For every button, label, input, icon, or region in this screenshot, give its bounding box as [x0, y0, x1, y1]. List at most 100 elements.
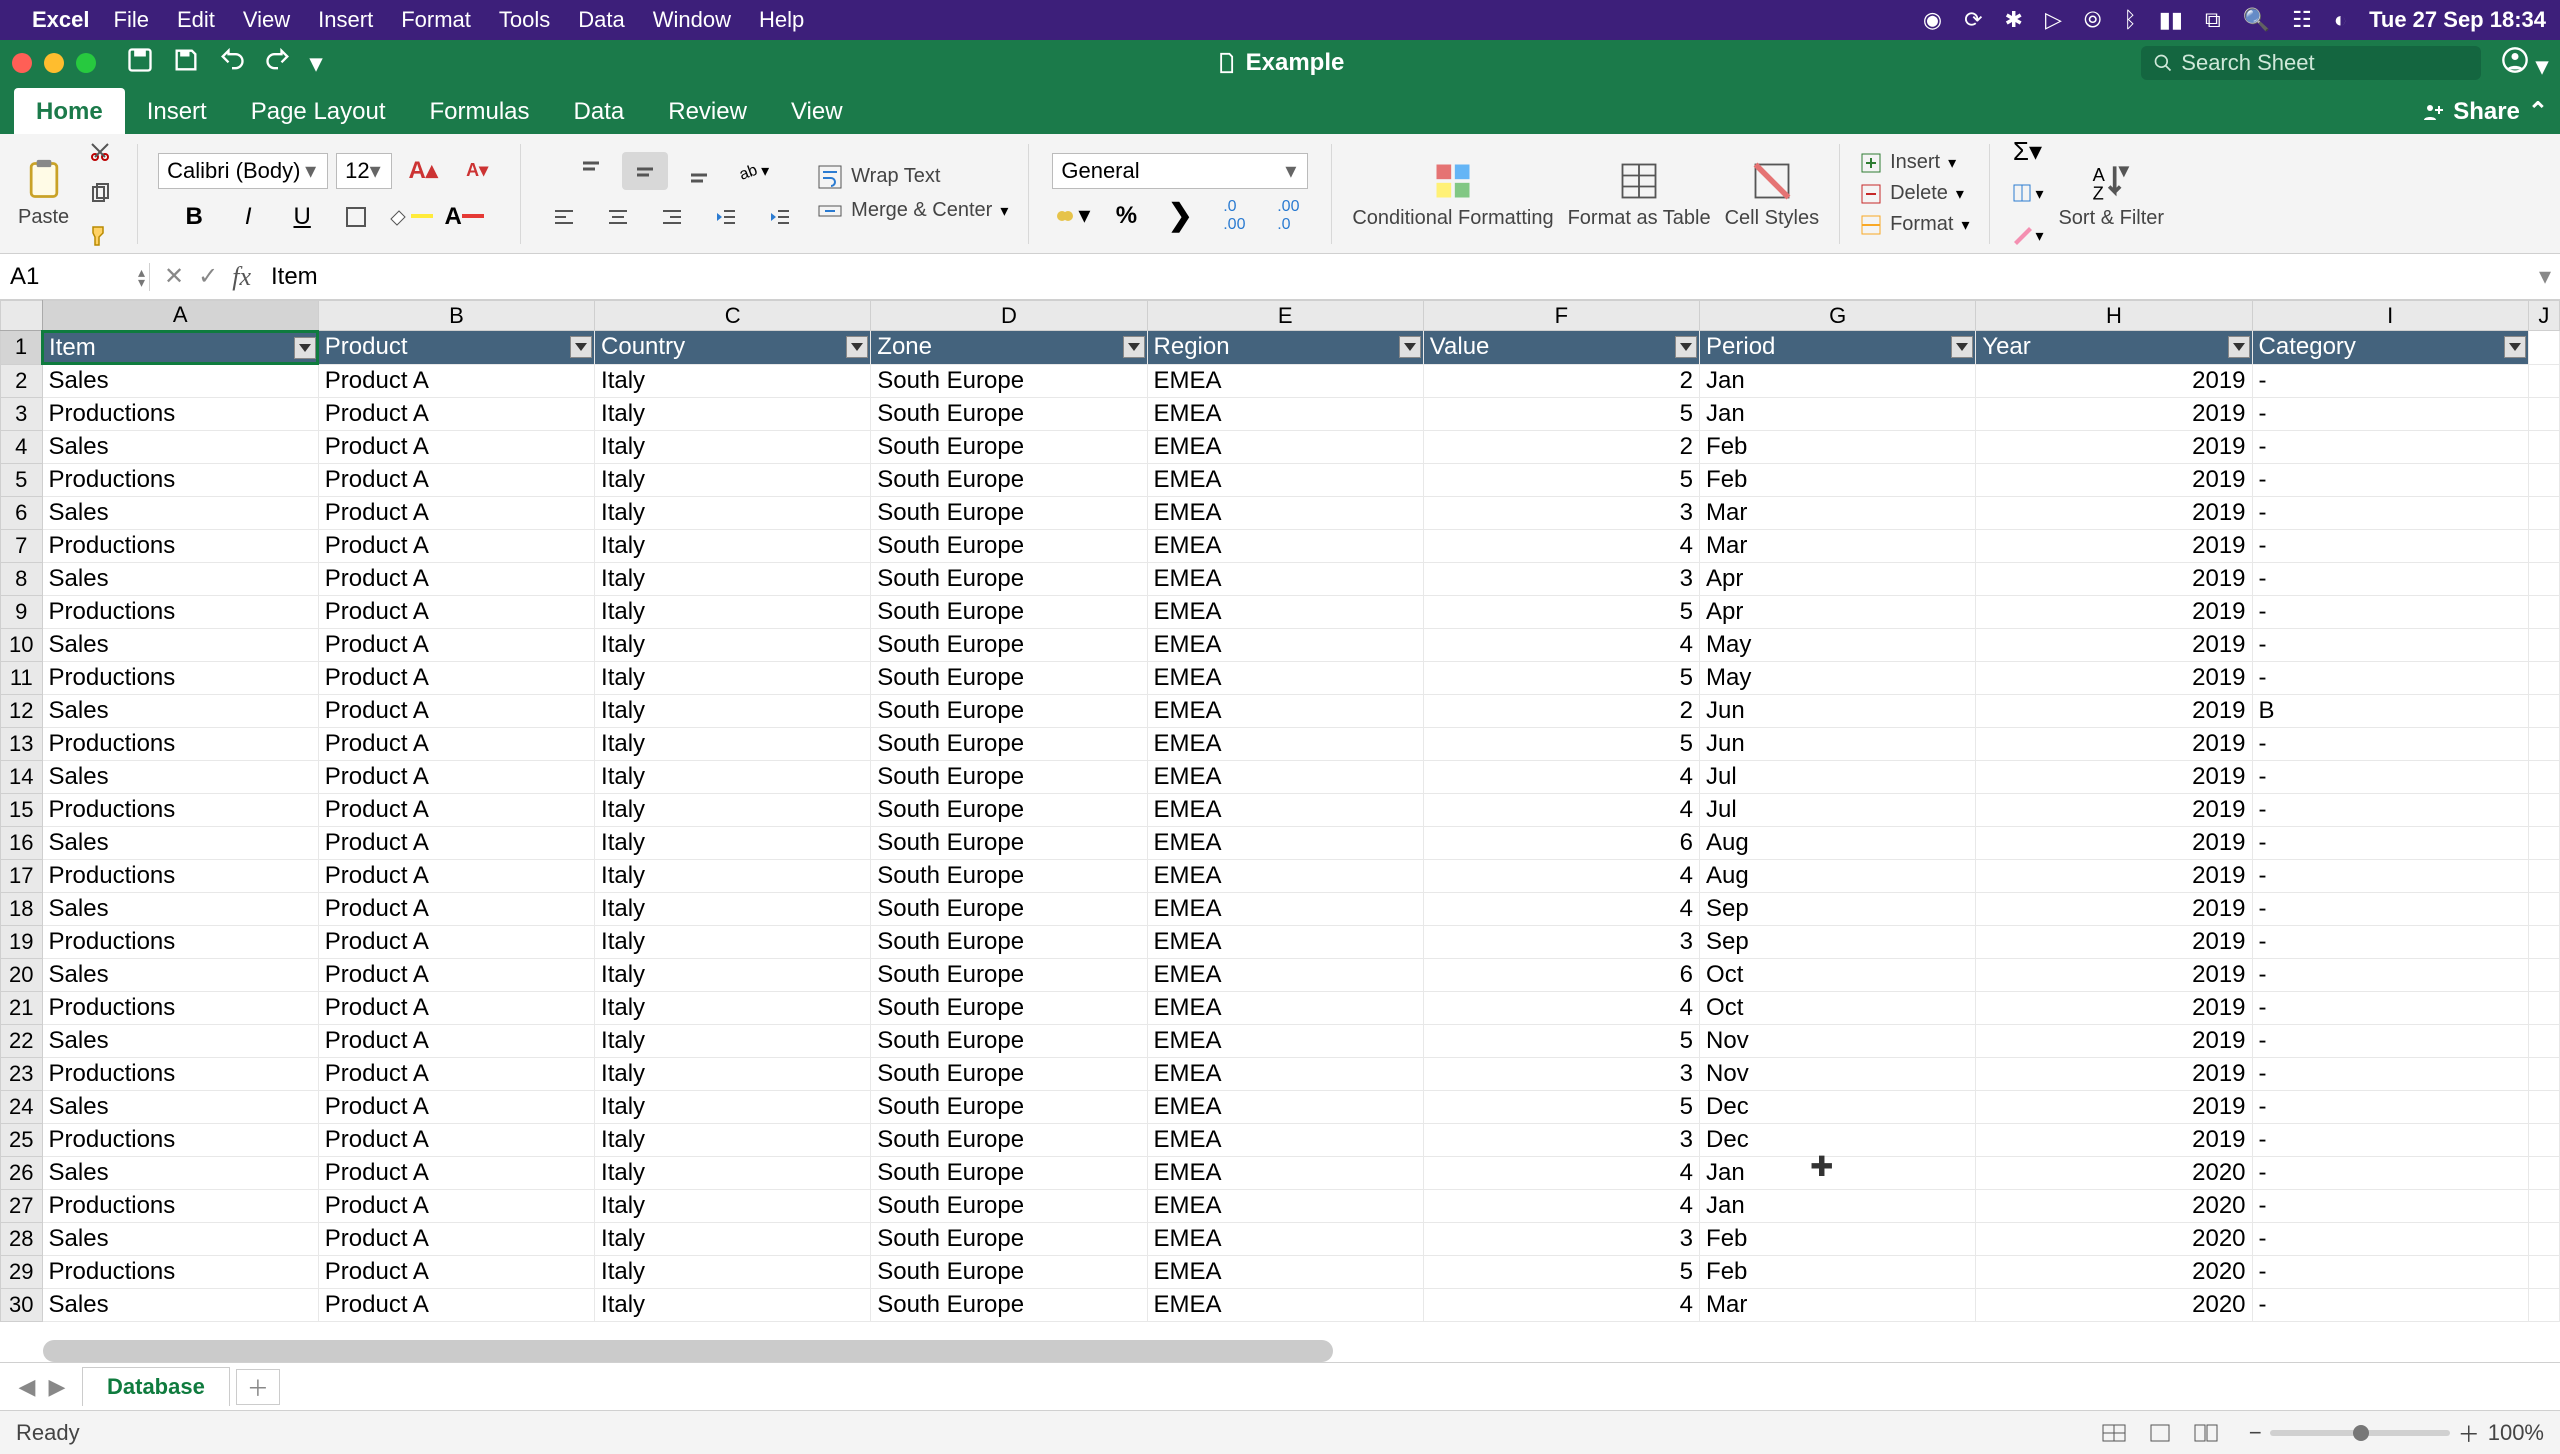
align-middle-button[interactable] — [622, 152, 668, 190]
cell-A28[interactable]: Sales — [42, 1222, 318, 1255]
insert-cells-button[interactable]: Insert ▾ — [1860, 151, 1956, 174]
account-button[interactable]: ▾ — [2501, 46, 2548, 81]
cell-H23[interactable]: 2019 — [1976, 1057, 2252, 1090]
col-header-F[interactable]: F — [1423, 301, 1699, 331]
cell-F18[interactable]: 4 — [1423, 892, 1699, 925]
col-header-E[interactable]: E — [1147, 301, 1423, 331]
filter-button-item[interactable] — [294, 337, 316, 359]
header-cell-zone[interactable]: Zone — [871, 331, 1147, 365]
row-header-10[interactable]: 10 — [1, 628, 43, 661]
cell-D13[interactable]: South Europe — [871, 727, 1147, 760]
cell-D6[interactable]: South Europe — [871, 496, 1147, 529]
zoom-out-button[interactable]: − — [2249, 1420, 2262, 1446]
cell-D27[interactable]: South Europe — [871, 1189, 1147, 1222]
cell-H5[interactable]: 2019 — [1976, 463, 2252, 496]
cell-E18[interactable]: EMEA — [1147, 892, 1423, 925]
menu-window[interactable]: Window — [653, 7, 731, 33]
row-header-11[interactable]: 11 — [1, 661, 43, 694]
siri-icon[interactable]: ◐ — [2334, 7, 2347, 33]
cell-F11[interactable]: 5 — [1423, 661, 1699, 694]
cell-H20[interactable]: 2019 — [1976, 958, 2252, 991]
number-format-dropdown[interactable]: General▾ — [1052, 153, 1308, 189]
bold-button[interactable]: B — [171, 198, 217, 236]
tab-page-layout[interactable]: Page Layout — [229, 88, 408, 134]
cell-D7[interactable]: South Europe — [871, 529, 1147, 562]
decrease-indent-button[interactable] — [703, 198, 749, 236]
cell-D18[interactable]: South Europe — [871, 892, 1147, 925]
cell-A23[interactable]: Productions — [42, 1057, 318, 1090]
row-header-14[interactable]: 14 — [1, 760, 43, 793]
cell-I27[interactable]: - — [2252, 1189, 2528, 1222]
cell-B11[interactable]: Product A — [318, 661, 594, 694]
fullscreen-window-button[interactable] — [76, 53, 96, 73]
row-header-1[interactable]: 1 — [1, 331, 43, 365]
row-header-23[interactable]: 23 — [1, 1057, 43, 1090]
cell-E6[interactable]: EMEA — [1147, 496, 1423, 529]
cell-A20[interactable]: Sales — [42, 958, 318, 991]
fill-button[interactable]: ▾ — [2010, 177, 2044, 211]
row-header-5[interactable]: 5 — [1, 463, 43, 496]
cell-D2[interactable]: South Europe — [871, 364, 1147, 397]
cell-A25[interactable]: Productions — [42, 1123, 318, 1156]
cell-B27[interactable]: Product A — [318, 1189, 594, 1222]
cell-H28[interactable]: 2020 — [1976, 1222, 2252, 1255]
cell-G26[interactable]: Jan — [1700, 1156, 1976, 1189]
spotlight-icon[interactable]: 🔍 — [2243, 7, 2270, 33]
qat-customize-icon[interactable]: ▾ — [310, 49, 322, 78]
underline-button[interactable]: U — [279, 198, 325, 236]
cell-F14[interactable]: 4 — [1423, 760, 1699, 793]
cell-H30[interactable]: 2020 — [1976, 1288, 2252, 1321]
cell-G6[interactable]: Mar — [1700, 496, 1976, 529]
cell-F17[interactable]: 4 — [1423, 859, 1699, 892]
col-header-D[interactable]: D — [871, 301, 1147, 331]
cell-E10[interactable]: EMEA — [1147, 628, 1423, 661]
zoom-level[interactable]: 100% — [2488, 1420, 2544, 1446]
cell-E29[interactable]: EMEA — [1147, 1255, 1423, 1288]
cell-F10[interactable]: 4 — [1423, 628, 1699, 661]
cell-F24[interactable]: 5 — [1423, 1090, 1699, 1123]
format-as-table-button[interactable]: Format as Table — [1568, 159, 1711, 229]
formula-input[interactable]: Item — [265, 263, 2530, 291]
play-icon[interactable]: ▷ — [2045, 7, 2062, 33]
cell-D20[interactable]: South Europe — [871, 958, 1147, 991]
row-header-8[interactable]: 8 — [1, 562, 43, 595]
menu-format[interactable]: Format — [401, 7, 471, 33]
align-top-button[interactable] — [568, 152, 614, 190]
cell-I10[interactable]: - — [2252, 628, 2528, 661]
cell-F21[interactable]: 4 — [1423, 991, 1699, 1024]
row-header-9[interactable]: 9 — [1, 595, 43, 628]
col-header-B[interactable]: B — [318, 301, 594, 331]
copy-button[interactable] — [83, 177, 117, 211]
cut-button[interactable] — [83, 135, 117, 169]
cell-H6[interactable]: 2019 — [1976, 496, 2252, 529]
cell-C2[interactable]: Italy — [595, 364, 871, 397]
cell-G7[interactable]: Mar — [1700, 529, 1976, 562]
filter-button-region[interactable] — [1399, 336, 1421, 358]
cell-B29[interactable]: Product A — [318, 1255, 594, 1288]
cell-C7[interactable]: Italy — [595, 529, 871, 562]
cell-E15[interactable]: EMEA — [1147, 793, 1423, 826]
tab-review[interactable]: Review — [646, 88, 769, 134]
cell-C26[interactable]: Italy — [595, 1156, 871, 1189]
cell-G10[interactable]: May — [1700, 628, 1976, 661]
cell-F2[interactable]: 2 — [1423, 364, 1699, 397]
cell-A9[interactable]: Productions — [42, 595, 318, 628]
align-right-button[interactable] — [649, 198, 695, 236]
cell-D25[interactable]: South Europe — [871, 1123, 1147, 1156]
format-cells-button[interactable]: Format ▾ — [1860, 213, 1969, 236]
cell-C27[interactable]: Italy — [595, 1189, 871, 1222]
cell-D16[interactable]: South Europe — [871, 826, 1147, 859]
cell-E13[interactable]: EMEA — [1147, 727, 1423, 760]
cell-I3[interactable]: - — [2252, 397, 2528, 430]
cell-H9[interactable]: 2019 — [1976, 595, 2252, 628]
cell-C3[interactable]: Italy — [595, 397, 871, 430]
row-header-26[interactable]: 26 — [1, 1156, 43, 1189]
font-size-dropdown[interactable]: 12▾ — [336, 153, 392, 189]
collapse-ribbon-icon[interactable]: ⌃ — [2528, 97, 2548, 126]
cell-E22[interactable]: EMEA — [1147, 1024, 1423, 1057]
cell-F3[interactable]: 5 — [1423, 397, 1699, 430]
cell-A8[interactable]: Sales — [42, 562, 318, 595]
cell-H4[interactable]: 2019 — [1976, 430, 2252, 463]
cell-C19[interactable]: Italy — [595, 925, 871, 958]
cell-D23[interactable]: South Europe — [871, 1057, 1147, 1090]
